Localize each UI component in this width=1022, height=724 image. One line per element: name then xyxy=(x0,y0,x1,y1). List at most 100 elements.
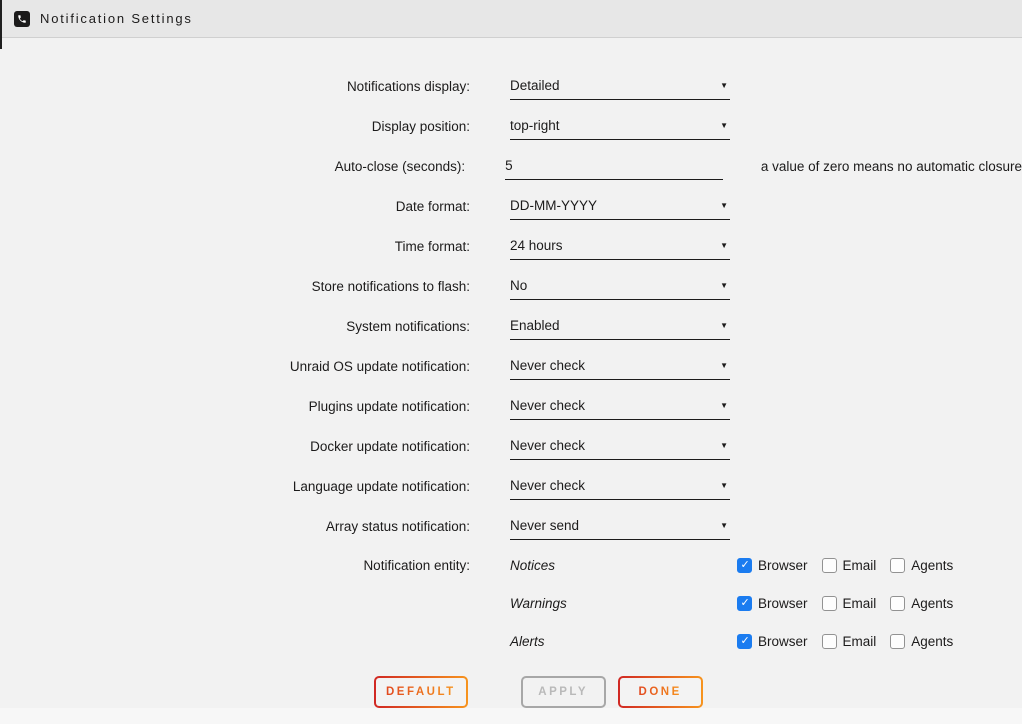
entity-name: Alerts xyxy=(510,634,737,649)
button-row: DEFAULT APPLY DONE xyxy=(374,676,1022,708)
checkbox-label: Browser xyxy=(758,596,808,611)
entity-name: Warnings xyxy=(510,596,737,611)
dropdown-arrow-icon: ▼ xyxy=(720,321,730,330)
field-label: System notifications: xyxy=(0,319,470,334)
docker-update-select[interactable]: Never check ▼ xyxy=(510,433,730,460)
store-notifications-flash-select[interactable]: No ▼ xyxy=(510,273,730,300)
select-value: Never check xyxy=(510,358,585,373)
checkbox-label: Agents xyxy=(911,596,953,611)
field-label: Time format: xyxy=(0,239,470,254)
footer-strip xyxy=(0,708,1022,724)
form-row: Notifications display: Detailed ▼ xyxy=(0,66,1022,106)
form-row: Language update notification: Never chec… xyxy=(0,466,1022,506)
entity-row-warnings: Warnings Browser Email Agents xyxy=(0,584,1022,622)
select-value: Enabled xyxy=(510,318,560,333)
field-label: Notification entity: xyxy=(0,558,470,573)
field-label: Docker update notification: xyxy=(0,439,470,454)
dropdown-arrow-icon: ▼ xyxy=(720,201,730,210)
field-label: Array status notification: xyxy=(0,519,470,534)
checkbox-box[interactable] xyxy=(822,634,837,649)
dropdown-arrow-icon: ▼ xyxy=(720,121,730,130)
field-label: Date format: xyxy=(0,199,470,214)
done-button[interactable]: DONE xyxy=(618,676,703,708)
notifications-display-select[interactable]: Detailed ▼ xyxy=(510,73,730,100)
time-format-select[interactable]: 24 hours ▼ xyxy=(510,233,730,260)
display-position-select[interactable]: top-right ▼ xyxy=(510,113,730,140)
field-label: Store notifications to flash: xyxy=(0,279,470,294)
form-row: Auto-close (seconds): 5 a value of zero … xyxy=(0,146,1022,186)
field-label: Language update notification: xyxy=(0,479,470,494)
dropdown-arrow-icon: ▼ xyxy=(720,281,730,290)
alerts-agents-checkbox[interactable]: Agents xyxy=(890,634,953,649)
dropdown-arrow-icon: ▼ xyxy=(720,81,730,90)
checkbox-box[interactable] xyxy=(737,634,752,649)
field-label: Auto-close (seconds): xyxy=(0,159,465,174)
checkbox-label: Agents xyxy=(911,634,953,649)
checkbox-box[interactable] xyxy=(822,596,837,611)
alerts-email-checkbox[interactable]: Email xyxy=(822,634,877,649)
window-left-edge xyxy=(0,0,2,49)
warnings-email-checkbox[interactable]: Email xyxy=(822,596,877,611)
plugins-update-select[interactable]: Never check ▼ xyxy=(510,393,730,420)
field-label: Unraid OS update notification: xyxy=(0,359,470,374)
alerts-browser-checkbox[interactable]: Browser xyxy=(737,634,808,649)
form-row: Time format: 24 hours ▼ xyxy=(0,226,1022,266)
dropdown-arrow-icon: ▼ xyxy=(720,241,730,250)
entity-name: Notices xyxy=(510,558,737,573)
select-value: No xyxy=(510,278,527,293)
warnings-agents-checkbox[interactable]: Agents xyxy=(890,596,953,611)
button-label: APPLY xyxy=(538,686,588,698)
field-label: Display position: xyxy=(0,119,470,134)
auto-close-help-text: a value of zero means no automatic closu… xyxy=(761,159,1022,174)
select-value: DD-MM-YYYY xyxy=(510,198,597,213)
language-update-select[interactable]: Never check ▼ xyxy=(510,473,730,500)
page-header: Notification Settings xyxy=(0,0,1022,38)
dropdown-arrow-icon: ▼ xyxy=(720,361,730,370)
entity-row-alerts: Alerts Browser Email Agents xyxy=(0,622,1022,660)
dropdown-arrow-icon: ▼ xyxy=(720,441,730,450)
phone-notification-icon xyxy=(14,11,30,27)
checkbox-label: Browser xyxy=(758,558,808,573)
form-row: System notifications: Enabled ▼ xyxy=(0,306,1022,346)
field-label: Plugins update notification: xyxy=(0,399,470,414)
select-value: Never send xyxy=(510,518,579,533)
unraid-os-update-select[interactable]: Never check ▼ xyxy=(510,353,730,380)
select-value: Never check xyxy=(510,478,585,493)
notices-agents-checkbox[interactable]: Agents xyxy=(890,558,953,573)
entity-row-notices: Notification entity: Notices Browser Ema… xyxy=(0,546,1022,584)
dropdown-arrow-icon: ▼ xyxy=(720,521,730,530)
form-row: Store notifications to flash: No ▼ xyxy=(0,266,1022,306)
input-value: 5 xyxy=(505,158,513,173)
form-row: Array status notification: Never send ▼ xyxy=(0,506,1022,546)
form-row: Unraid OS update notification: Never che… xyxy=(0,346,1022,386)
checkbox-box[interactable] xyxy=(822,558,837,573)
array-status-select[interactable]: Never send ▼ xyxy=(510,513,730,540)
checkbox-box[interactable] xyxy=(890,596,905,611)
dropdown-arrow-icon: ▼ xyxy=(720,481,730,490)
warnings-browser-checkbox[interactable]: Browser xyxy=(737,596,808,611)
select-value: top-right xyxy=(510,118,560,133)
button-label: DEFAULT xyxy=(386,686,456,698)
form-row: Plugins update notification: Never check… xyxy=(0,386,1022,426)
select-value: Never check xyxy=(510,438,585,453)
checkbox-box[interactable] xyxy=(890,634,905,649)
checkbox-label: Agents xyxy=(911,558,953,573)
date-format-select[interactable]: DD-MM-YYYY ▼ xyxy=(510,193,730,220)
dropdown-arrow-icon: ▼ xyxy=(720,401,730,410)
apply-button[interactable]: APPLY xyxy=(521,676,606,708)
notices-browser-checkbox[interactable]: Browser xyxy=(737,558,808,573)
checkbox-box[interactable] xyxy=(890,558,905,573)
system-notifications-select[interactable]: Enabled ▼ xyxy=(510,313,730,340)
default-button[interactable]: DEFAULT xyxy=(374,676,468,708)
field-label: Notifications display: xyxy=(0,79,470,94)
page-title: Notification Settings xyxy=(40,11,193,26)
checkbox-box[interactable] xyxy=(737,596,752,611)
notices-email-checkbox[interactable]: Email xyxy=(822,558,877,573)
checkbox-box[interactable] xyxy=(737,558,752,573)
auto-close-input[interactable]: 5 xyxy=(505,153,723,180)
select-value: 24 hours xyxy=(510,238,563,253)
checkbox-label: Email xyxy=(843,558,877,573)
checkbox-label: Email xyxy=(843,634,877,649)
select-value: Never check xyxy=(510,398,585,413)
form-row: Date format: DD-MM-YYYY ▼ xyxy=(0,186,1022,226)
